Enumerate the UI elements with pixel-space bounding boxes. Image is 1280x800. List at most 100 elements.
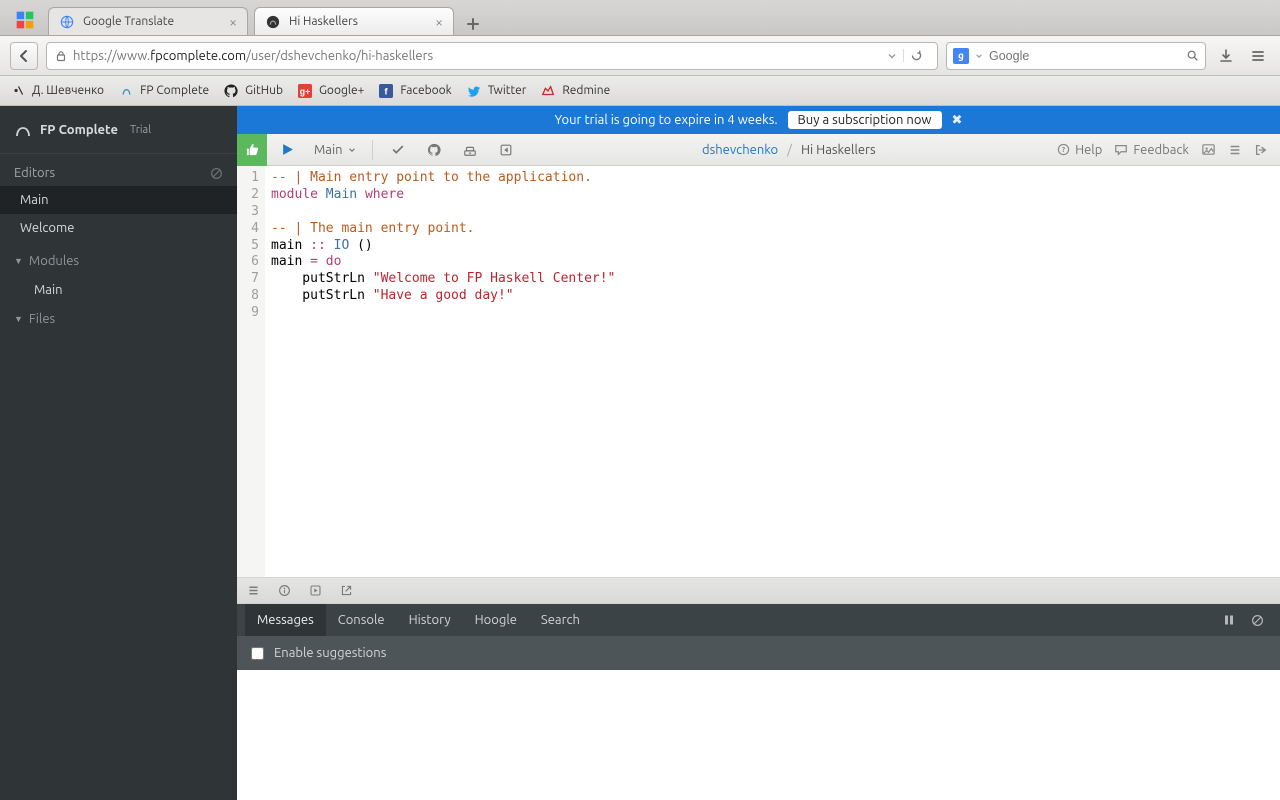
tab-search[interactable]: Search — [529, 604, 592, 636]
enable-suggestions-label: Enable suggestions — [274, 646, 386, 660]
search-box[interactable]: g — [946, 42, 1206, 70]
bookmark-item[interactable]: g+ Google+ — [297, 83, 364, 99]
breadcrumb-project: Hi Haskellers — [801, 143, 876, 157]
feedback-link[interactable]: Feedback — [1114, 143, 1189, 157]
logout-icon[interactable] — [1254, 143, 1268, 157]
feedback-label: Feedback — [1133, 143, 1189, 157]
close-icon[interactable]: ✖ — [952, 113, 963, 128]
close-icon[interactable]: × — [435, 15, 443, 29]
browser-tab-label: Google Translate — [83, 15, 221, 28]
sidebar-item-main[interactable]: Main — [0, 186, 237, 214]
page-icon — [10, 83, 26, 99]
browser-tab-label: Hi Haskellers — [289, 15, 427, 28]
sidebar-item-label: Welcome — [20, 221, 74, 235]
pause-icon[interactable] — [1215, 614, 1243, 626]
dropdown-chevron-icon[interactable] — [887, 51, 897, 61]
redmine-icon — [540, 83, 556, 99]
caret-down-icon — [348, 146, 356, 154]
bookmark-item[interactable]: Redmine — [540, 83, 610, 99]
thumbs-up-button[interactable] — [237, 134, 267, 166]
fp-favicon-icon — [265, 14, 281, 30]
sidebar-module-main[interactable]: Main — [0, 276, 237, 304]
tab-hoogle[interactable]: Hoogle — [463, 604, 529, 636]
play-square-icon[interactable] — [309, 584, 322, 597]
suggestions-row: Enable suggestions — [237, 636, 1280, 670]
tab-label: History — [409, 613, 451, 627]
trial-badge: Trial — [130, 124, 151, 136]
sidebar-section-label: Files — [29, 312, 55, 326]
enable-suggestions-checkbox[interactable] — [251, 647, 264, 660]
deploy-button[interactable] — [455, 134, 485, 166]
breadcrumb: dshevchenko / Hi Haskellers — [527, 143, 1052, 157]
tab-history[interactable]: History — [397, 604, 463, 636]
bookmarks-bar: Д. Шевченко FP Complete GitHub g+ Google… — [0, 76, 1280, 106]
reload-button[interactable] — [903, 49, 929, 62]
bookmark-item[interactable]: GitHub — [223, 83, 283, 99]
globe-icon — [59, 14, 75, 30]
run-target-dropdown[interactable]: Main — [308, 143, 362, 157]
sidebar-modules-group[interactable]: ▼ Modules — [0, 246, 237, 276]
new-tab-button[interactable] — [460, 13, 486, 35]
tab-label: Search — [541, 613, 580, 627]
tab-console[interactable]: Console — [326, 604, 397, 636]
sidebar-editors-header: Editors — [0, 166, 237, 186]
bookmark-label: GitHub — [245, 84, 283, 97]
back-button[interactable] — [10, 42, 38, 70]
tab-messages[interactable]: Messages — [245, 604, 326, 636]
downloads-icon[interactable] — [1214, 44, 1238, 68]
github-push-button[interactable] — [419, 134, 449, 166]
google-icon: g — [953, 48, 969, 64]
sidebar-section-label: Editors — [14, 166, 55, 180]
run-button[interactable] — [273, 134, 302, 166]
menu-icon[interactable] — [1246, 44, 1270, 68]
address-bar[interactable]: https://www.fpcomplete.com/user/dshevche… — [46, 42, 938, 70]
status-bar — [237, 578, 1280, 604]
github-icon — [223, 83, 239, 99]
brand-name: FP Complete — [40, 123, 118, 137]
code-editor[interactable]: 123456789 -- | Main entry point to the a… — [237, 166, 1280, 578]
sidebar-item-welcome[interactable]: Welcome — [0, 214, 237, 242]
search-input[interactable] — [989, 49, 1180, 63]
info-icon[interactable] — [278, 584, 291, 597]
bookmark-item[interactable]: f Facebook — [378, 83, 451, 99]
code-area[interactable]: -- | Main entry point to the application… — [265, 166, 1280, 577]
bookmark-item[interactable]: Twitter — [466, 83, 527, 99]
browser-tab-strip: Google Translate × Hi Haskellers × — [0, 0, 1280, 36]
bookmark-label: FP Complete — [140, 84, 209, 97]
share-button[interactable] — [491, 134, 521, 166]
dropdown-chevron-icon[interactable] — [975, 52, 983, 60]
bookmark-label: Redmine — [562, 84, 610, 97]
app-launcher-icon[interactable] — [6, 5, 44, 35]
tab-label: Hoogle — [475, 613, 517, 627]
sidebar-files-group[interactable]: ▼ Files — [0, 304, 237, 334]
image-icon[interactable] — [1201, 142, 1216, 157]
banner-text: Your trial is going to expire in 4 weeks… — [555, 113, 778, 127]
trial-banner: Your trial is going to expire in 4 weeks… — [237, 106, 1280, 134]
bookmark-item[interactable]: FP Complete — [118, 83, 209, 99]
bookmark-item[interactable]: Д. Шевченко — [10, 83, 104, 99]
fp-icon — [118, 83, 134, 99]
menu-icon[interactable] — [247, 584, 260, 597]
close-icon[interactable]: × — [229, 15, 237, 29]
main-column: Your trial is going to expire in 4 weeks… — [237, 106, 1280, 800]
breadcrumb-separator: / — [787, 143, 792, 157]
editor-toolbar: Main dshevchenko / Hi Haskellers ? Help — [237, 134, 1280, 166]
check-button[interactable] — [383, 134, 413, 166]
bookmark-label: Д. Шевченко — [32, 84, 104, 97]
browser-toolbar: https://www.fpcomplete.com/user/dshevche… — [0, 36, 1280, 76]
browser-tab-active[interactable]: Hi Haskellers × — [254, 7, 454, 35]
svg-text:?: ? — [1062, 146, 1066, 154]
popout-icon[interactable] — [340, 584, 353, 597]
sidebar-brand: FP Complete Trial — [0, 106, 237, 154]
fp-logo-icon — [14, 121, 32, 139]
menu-icon[interactable] — [1228, 143, 1242, 157]
block-icon[interactable] — [1243, 614, 1272, 627]
block-icon[interactable] — [210, 167, 223, 180]
help-link[interactable]: ? Help — [1057, 143, 1102, 157]
messages-panel-body — [237, 670, 1280, 800]
line-number-gutter: 123456789 — [237, 166, 265, 577]
search-icon[interactable] — [1186, 49, 1199, 62]
buy-subscription-button[interactable]: Buy a subscription now — [788, 111, 942, 129]
breadcrumb-user[interactable]: dshevchenko — [702, 143, 778, 157]
browser-tab[interactable]: Google Translate × — [48, 7, 248, 35]
